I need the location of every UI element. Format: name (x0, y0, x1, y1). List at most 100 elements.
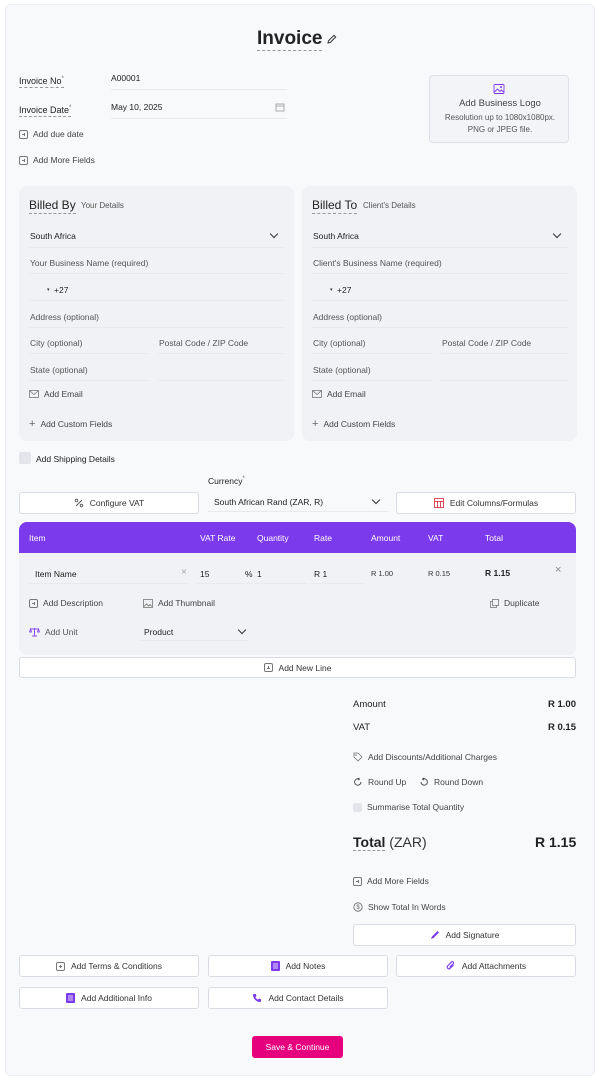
item-name-input[interactable]: Item Name × (29, 564, 189, 584)
chevron-down-icon (371, 495, 381, 505)
percent-icon (74, 498, 84, 508)
billed-to-country-value: South Africa (313, 231, 359, 241)
billed-to-city-placeholder: City (optional) (313, 338, 366, 348)
billed-to-business-name-input[interactable]: Client's Business Name (required) (312, 254, 569, 274)
plus-square-icon (19, 129, 28, 139)
billed-by-city-input[interactable]: City (optional) (29, 334, 149, 354)
configure-vat-button[interactable]: Configure VAT (19, 492, 199, 514)
invoice-date-field[interactable]: May 10, 2025 (111, 99, 287, 119)
logo-hint-line2: PNG or JPEG file. (467, 125, 533, 134)
quantity-value: 1 (257, 569, 262, 579)
pen-icon (430, 930, 440, 940)
add-unit-link[interactable]: Add Unit (29, 627, 78, 637)
currency-select[interactable]: South African Rand (ZAR, R) (208, 492, 388, 512)
billed-to-address-input[interactable]: Address (optional) (312, 308, 569, 328)
billed-to-state-placeholder: State (optional) (313, 365, 371, 375)
summary-vat-value: R 0.15 (548, 722, 576, 733)
billed-by-phone-input[interactable]: ▾ +27 (29, 281, 284, 301)
scale-icon (29, 627, 40, 637)
column-header-quantity: Quantity (257, 533, 289, 543)
show-total-in-words[interactable]: $ Show Total In Words (353, 902, 446, 912)
add-attachments-button[interactable]: Add Attachments (396, 955, 576, 977)
calendar-icon[interactable] (275, 102, 285, 112)
billed-by-add-custom-fields[interactable]: + Add Custom Fields (29, 418, 112, 429)
add-new-line-button[interactable]: Add New Line (19, 657, 576, 678)
billed-by-address-input[interactable]: Address (optional) (29, 308, 284, 328)
round-up-option[interactable]: Round Up (353, 777, 406, 787)
image-icon (493, 83, 505, 95)
summary-amount-label: Amount (353, 699, 386, 710)
plus-icon: + (312, 417, 319, 430)
items-table: Item VAT Rate Quantity Rate Amount VAT T… (19, 522, 576, 655)
unit-select[interactable]: Product (139, 621, 249, 641)
billed-by-empty-field[interactable] (158, 361, 284, 381)
round-down-option[interactable]: Round Down (419, 777, 483, 787)
edit-columns-button[interactable]: Edit Columns/Formulas (396, 492, 576, 514)
add-thumbnail-link[interactable]: Add Thumbnail (143, 598, 215, 608)
billed-by-state-input[interactable]: State (optional) (29, 361, 149, 381)
billed-by-business-name-input[interactable]: Your Business Name (required) (29, 254, 284, 274)
chevron-down-icon (269, 229, 279, 239)
row-amount: R 1.00 (371, 569, 394, 578)
phone-icon (252, 993, 262, 1003)
billed-by-subtitle: Your Details (81, 201, 124, 210)
invoice-number-field[interactable]: A00001 (111, 70, 287, 90)
billed-to-title[interactable]: Billed To (312, 198, 358, 214)
plus-square-icon (29, 598, 38, 608)
add-terms-button[interactable]: Add Terms & Conditions (19, 955, 199, 977)
row-vat: R 0.15 (428, 569, 451, 578)
billed-by-title[interactable]: Billed By (29, 198, 76, 214)
quantity-input[interactable]: 1 (254, 564, 307, 584)
billed-to-empty-field[interactable] (441, 361, 569, 381)
round-down-icon (419, 777, 429, 787)
add-more-fields-link[interactable]: Add More Fields (19, 155, 95, 165)
dollar-circle-icon: $ (353, 902, 363, 912)
add-description-link[interactable]: Add Description (29, 598, 103, 608)
billed-to-add-email[interactable]: Add Email (312, 389, 366, 399)
column-header-amount: Amount (371, 533, 401, 543)
billed-to-state-input[interactable]: State (optional) (312, 361, 432, 381)
billed-to-card: Billed To Client's Details South Africa … (302, 186, 577, 441)
shipping-label[interactable]: Add Shipping Details (36, 454, 115, 464)
rate-value: R 1 (314, 569, 328, 579)
caret-down-icon: ▾ (330, 287, 333, 293)
duplicate-row-link[interactable]: Duplicate (490, 598, 539, 608)
rate-input[interactable]: R 1 (311, 564, 364, 584)
plus-square-icon (353, 876, 362, 886)
summary-vat-label: VAT (353, 722, 371, 733)
billed-to-country-select[interactable]: South Africa (312, 226, 569, 248)
billed-by-city-placeholder: City (optional) (30, 338, 83, 348)
column-header-rate: Rate (314, 533, 332, 543)
save-continue-button[interactable]: Save & Continue (252, 1036, 343, 1058)
add-business-logo-box[interactable]: Add Business Logo Resolution up to 1080x… (429, 75, 569, 143)
summarise-quantity-checkbox[interactable] (353, 802, 362, 812)
billed-to-postal-input[interactable]: Postal Code / ZIP Code (441, 334, 569, 354)
remove-row-icon[interactable]: × (555, 564, 561, 576)
paperclip-icon (446, 961, 456, 971)
add-additional-info-button[interactable]: Add Additional Info (19, 987, 199, 1009)
billed-by-country-select[interactable]: South Africa (29, 226, 284, 248)
add-discounts-link[interactable]: Add Discounts/Additional Charges (353, 752, 497, 762)
billed-by-add-email[interactable]: Add Email (29, 389, 83, 399)
summarise-quantity-option[interactable]: Summarise Total Quantity (353, 802, 464, 812)
pencil-icon[interactable] (326, 33, 338, 45)
shipping-checkbox[interactable] (19, 452, 31, 464)
vat-rate-value: 15 (200, 569, 210, 579)
clear-icon[interactable]: × (181, 567, 187, 578)
billed-to-phone-input[interactable]: ▾ +27 (312, 281, 569, 301)
billed-by-postal-input[interactable]: Postal Code / ZIP Code (158, 334, 284, 354)
currency-value: South African Rand (ZAR, R) (214, 497, 324, 507)
billed-by-business-name-placeholder: Your Business Name (required) (30, 258, 149, 268)
vat-rate-input[interactable]: 15 % (197, 564, 253, 584)
page-title[interactable]: Invoice (257, 28, 323, 51)
summary-add-more-fields[interactable]: Add More Fields (353, 876, 429, 886)
add-signature-button[interactable]: Add Signature (353, 924, 576, 946)
billed-to-add-custom-fields[interactable]: + Add Custom Fields (312, 417, 395, 430)
invoice-date-value: May 10, 2025 (111, 102, 163, 112)
add-notes-button[interactable]: Add Notes (208, 955, 388, 977)
mail-icon (29, 390, 39, 398)
billed-to-city-input[interactable]: City (optional) (312, 334, 432, 354)
column-header-vat-rate: VAT Rate (200, 533, 236, 543)
add-contact-details-button[interactable]: Add Contact Details (208, 987, 388, 1009)
add-due-date-link[interactable]: Add due date (19, 129, 84, 139)
